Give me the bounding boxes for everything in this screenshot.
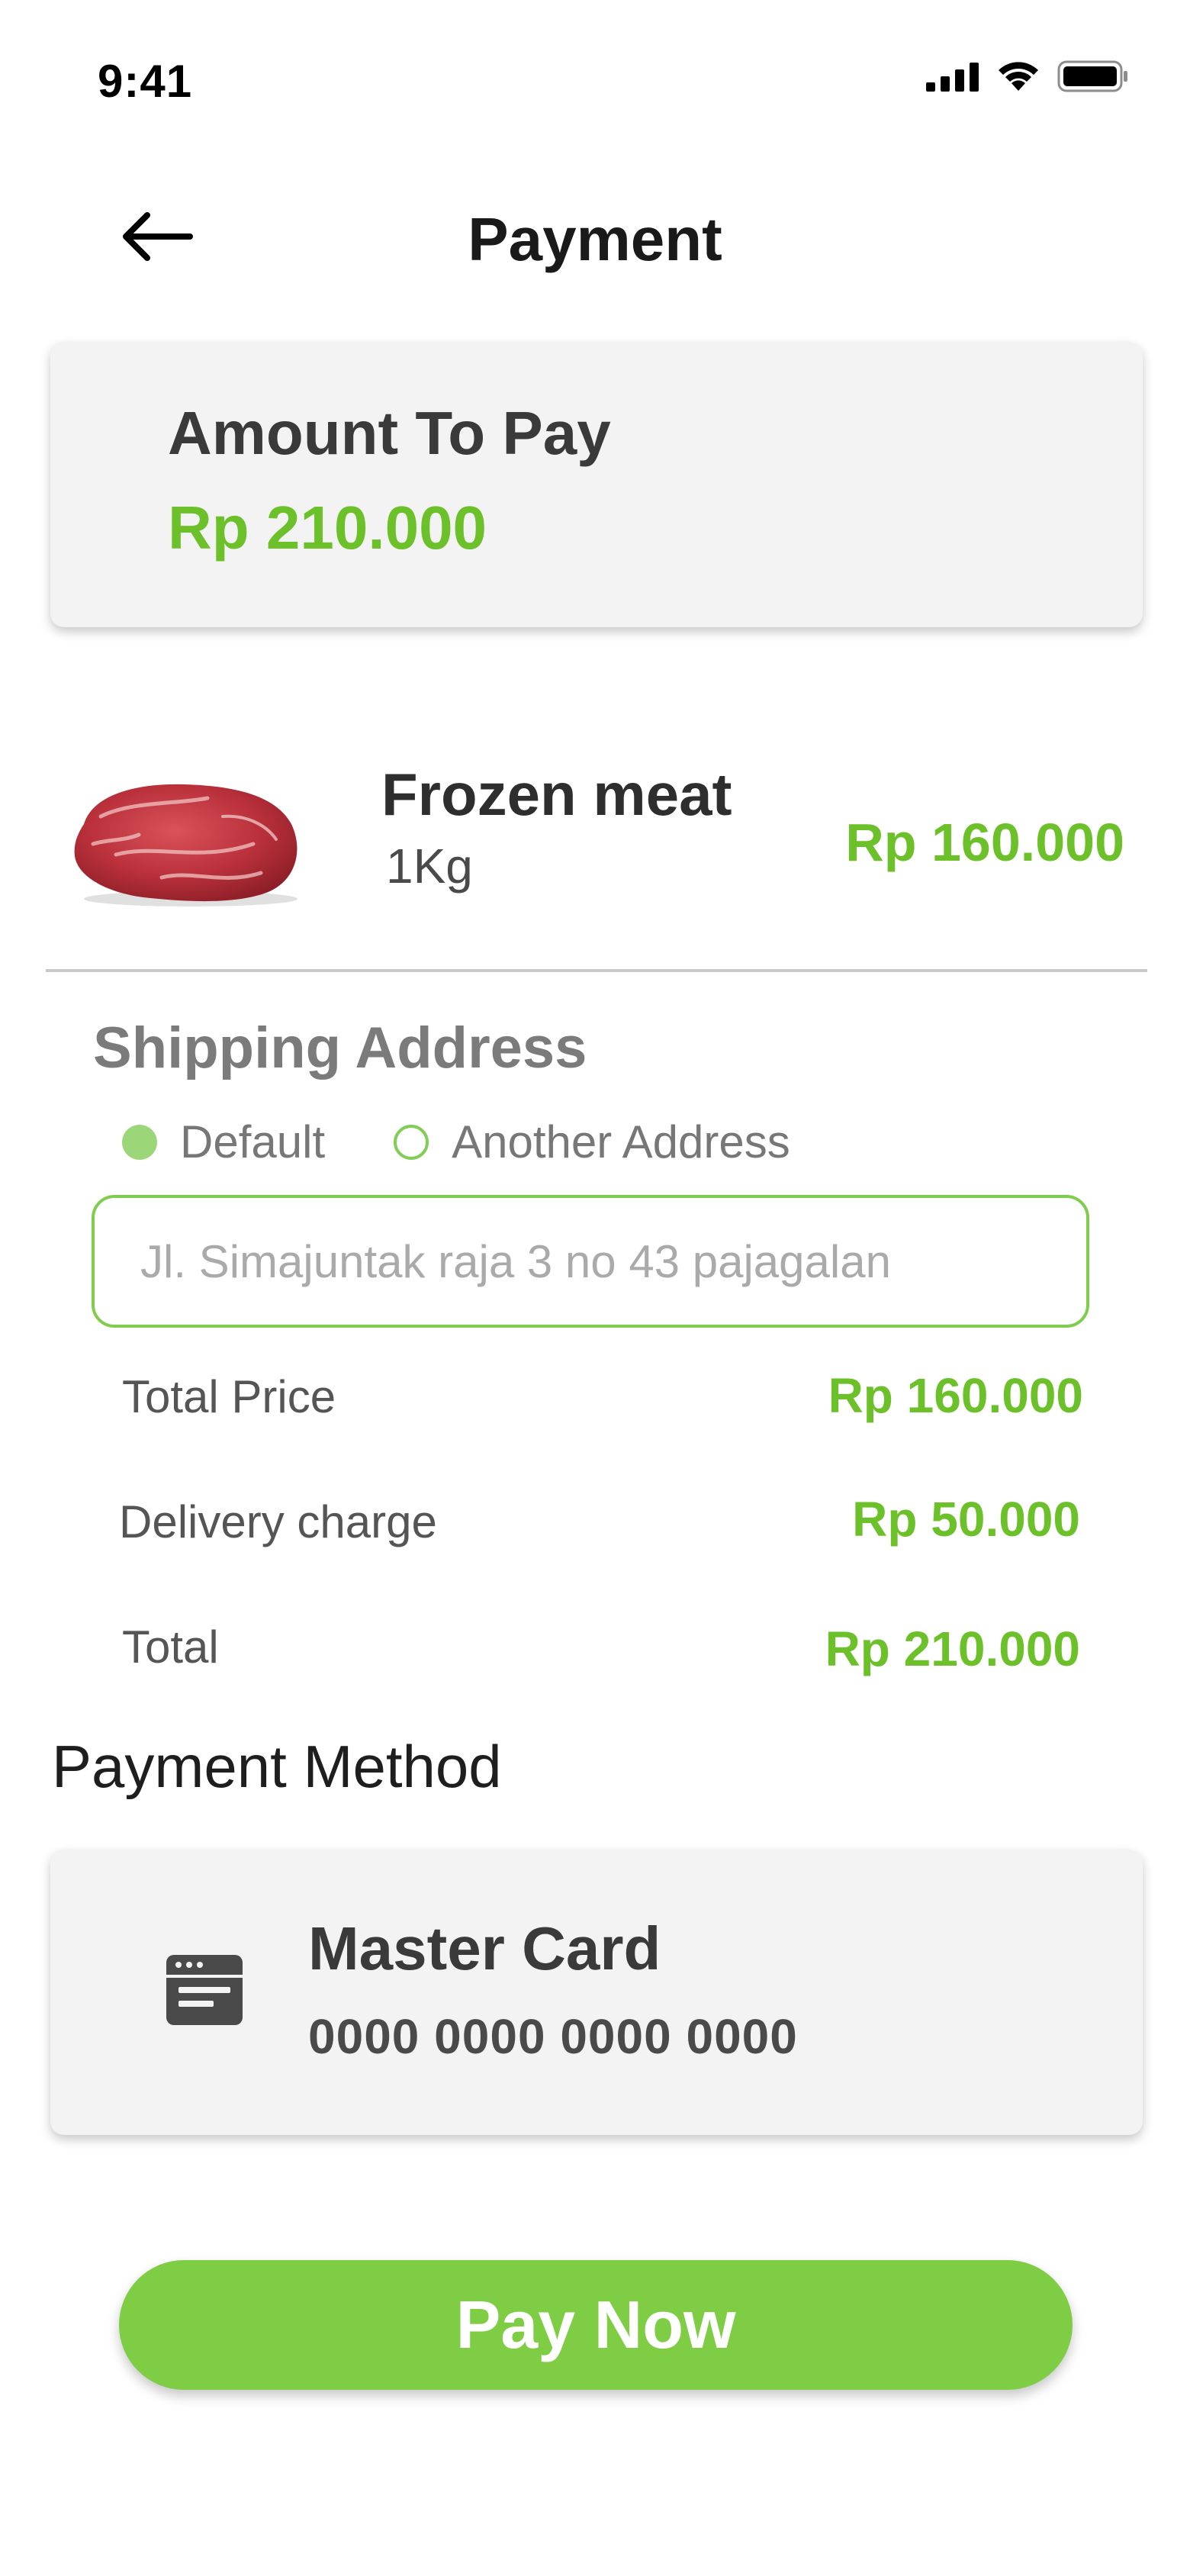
pay-now-button[interactable]: Pay Now xyxy=(119,2260,1073,2390)
total-value: Rp 210.000 xyxy=(825,1621,1080,1676)
card-number: 0000 0000 0000 0000 xyxy=(308,2009,798,2064)
total-price-value: Rp 160.000 xyxy=(828,1368,1083,1423)
frozen-meat-image xyxy=(74,784,298,906)
address-input[interactable] xyxy=(92,1195,1089,1328)
product-quantity: 1Kg xyxy=(386,839,473,894)
radio-another-address-label: Another Address xyxy=(452,1116,790,1167)
radio-another-address[interactable] xyxy=(394,1124,429,1160)
amount-card xyxy=(50,342,1143,627)
battery-icon xyxy=(1057,60,1127,92)
shipping-title: Shipping Address xyxy=(93,1016,587,1080)
wifi-icon xyxy=(999,62,1038,91)
card-icon xyxy=(166,1955,243,2025)
delivery-charge-label: Delivery charge xyxy=(119,1496,437,1547)
delivery-charge-value: Rp 50.000 xyxy=(852,1492,1080,1547)
total-price-label: Total Price xyxy=(122,1371,336,1422)
status-icons xyxy=(926,60,1129,93)
amount-value: Rp 210.000 xyxy=(168,494,487,562)
radio-default[interactable] xyxy=(122,1124,157,1160)
signal-icon xyxy=(926,63,979,92)
payment-method-title: Payment Method xyxy=(52,1733,502,1800)
page-title: Payment xyxy=(468,205,722,273)
address-options: Default Another Address xyxy=(122,1116,790,1168)
divider xyxy=(46,969,1147,972)
status-time: 9:41 xyxy=(98,56,193,107)
product-price: Rp 160.000 xyxy=(845,813,1124,872)
radio-default-label: Default xyxy=(180,1116,326,1167)
card-name: Master Card xyxy=(308,1914,661,1982)
amount-label: Amount To Pay xyxy=(168,399,611,467)
product-name: Frozen meat xyxy=(381,761,732,828)
total-label: Total xyxy=(122,1621,219,1673)
